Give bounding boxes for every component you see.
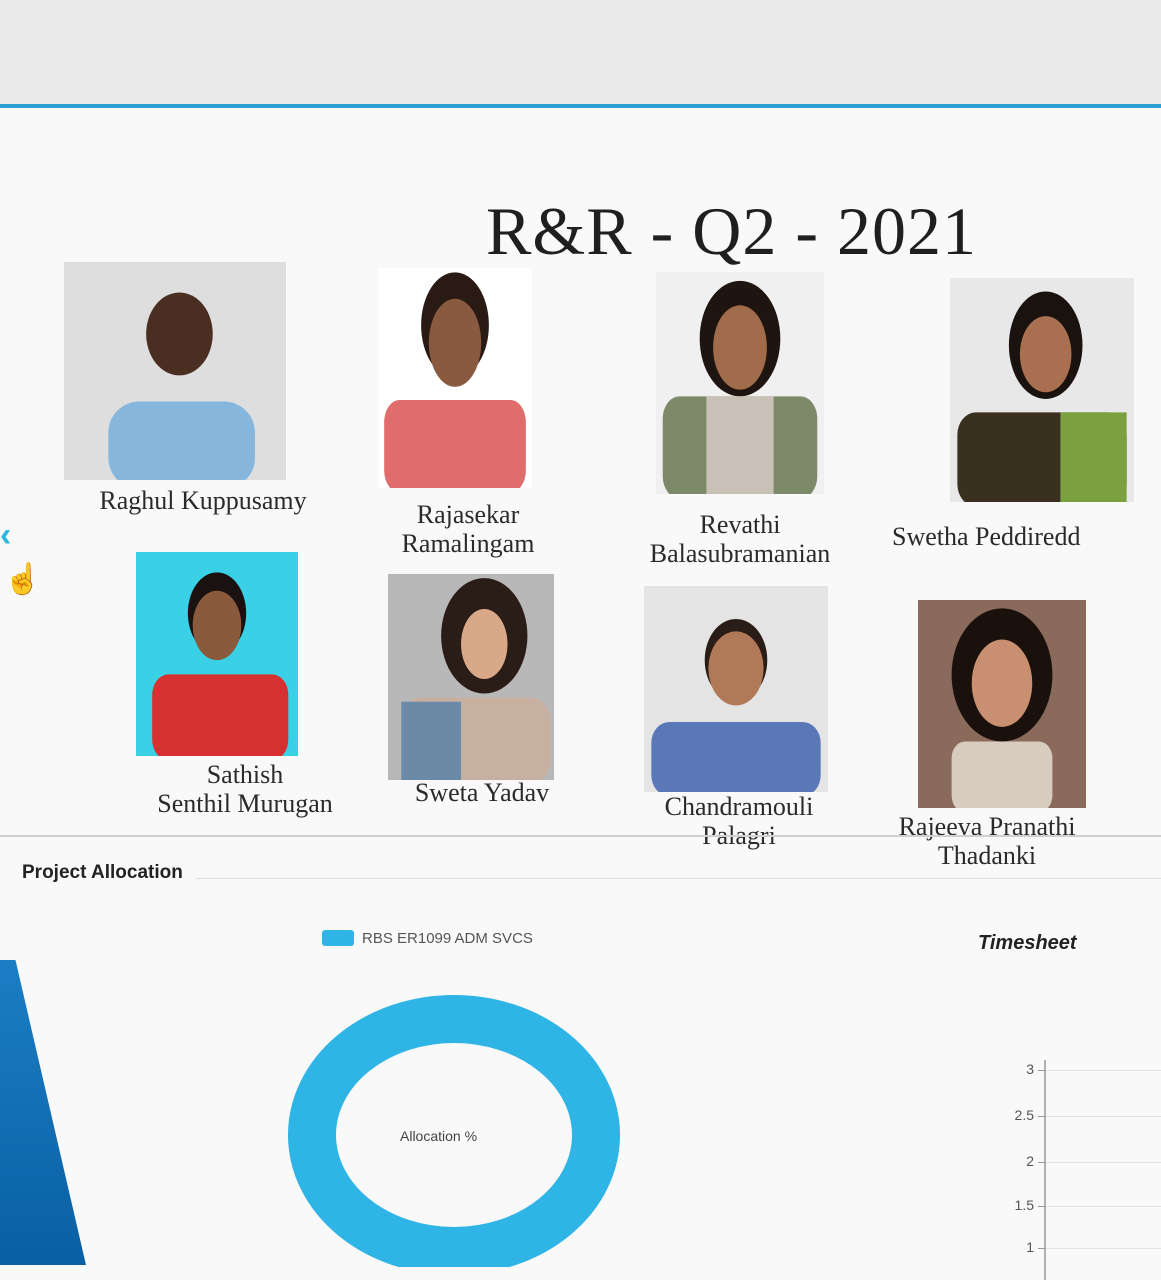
- section-divider: [0, 835, 1161, 837]
- donut-center-label: Allocation %: [400, 1128, 478, 1144]
- y-tick: [1038, 1070, 1046, 1071]
- y-tick: [1038, 1162, 1046, 1163]
- person-name-5: Sathish Senthil Murugan: [130, 760, 360, 818]
- gridline: [1046, 1162, 1161, 1163]
- y-tick-label: 3: [1026, 1061, 1034, 1077]
- person-name-line: Raghul Kuppusamy: [99, 486, 307, 515]
- y-tick: [1038, 1248, 1046, 1249]
- person-photo-6: [388, 574, 554, 780]
- person-photo-2: [378, 268, 532, 488]
- timesheet-title: Timesheet: [978, 932, 1077, 954]
- y-tick: [1038, 1116, 1046, 1117]
- person-photo-5: [136, 552, 298, 756]
- project-allocation-title: Project Allocation: [22, 862, 183, 883]
- person-name-line: Thadanki: [937, 841, 1037, 870]
- person-name-4: Swetha Peddiredd: [892, 522, 1161, 551]
- person-name-line: Sweta Yadav: [414, 778, 550, 807]
- person-name-line: Sathish: [206, 760, 284, 789]
- person-photo-8: [918, 600, 1086, 808]
- person-name-7: Chandramouli Palagri: [626, 792, 852, 850]
- person-name-line: Ramalingam: [401, 529, 535, 558]
- panel-rule: [196, 878, 1161, 879]
- chevron-left-icon: ‹: [0, 516, 12, 554]
- person-name-8: Rajeeva Pranathi Thadanki: [862, 812, 1112, 870]
- legend-label: RBS ER1099 ADM SVCS: [362, 930, 533, 947]
- gridline: [1046, 1070, 1161, 1071]
- y-tick-label: 2: [1026, 1153, 1034, 1169]
- person-photo-7: [644, 586, 828, 792]
- person-name-2: Rajasekar Ramalingam: [370, 500, 566, 558]
- person-name-line: Senthil Murugan: [157, 789, 333, 818]
- person-name-line: Chandramouli: [664, 792, 814, 821]
- person-name-line: Balasubramanian: [649, 539, 831, 568]
- banner-title: R&R - Q2 - 2021: [486, 193, 977, 269]
- y-tick-label: 2.5: [1014, 1107, 1034, 1123]
- gridline: [1046, 1206, 1161, 1207]
- y-tick-label: 1.5: [1014, 1197, 1034, 1213]
- gridline: [1046, 1116, 1161, 1117]
- y-tick: [1038, 1206, 1046, 1207]
- timesheet-y-axis: [1044, 1060, 1046, 1280]
- person-name-line: Rajasekar: [416, 500, 520, 529]
- person-name-3: Revathi Balasubramanian: [610, 510, 870, 568]
- legend-swatch: [322, 930, 354, 946]
- person-photo-1: [64, 262, 286, 480]
- y-tick-label: 1: [1026, 1239, 1034, 1255]
- hand-pointer-icon: ☝: [4, 563, 42, 596]
- person-name-line: Swetha Peddiredd: [892, 522, 1081, 551]
- person-photo-3: [656, 272, 824, 494]
- person-name-6: Sweta Yadav: [384, 778, 580, 807]
- gridline: [1046, 1248, 1161, 1249]
- monitor-bezel: [0, 0, 1161, 108]
- person-photo-4: [950, 278, 1134, 502]
- person-name-1: Raghul Kuppusamy: [66, 486, 340, 515]
- person-name-line: Revathi: [699, 510, 781, 539]
- carousel-prev-button[interactable]: ‹: [0, 518, 22, 552]
